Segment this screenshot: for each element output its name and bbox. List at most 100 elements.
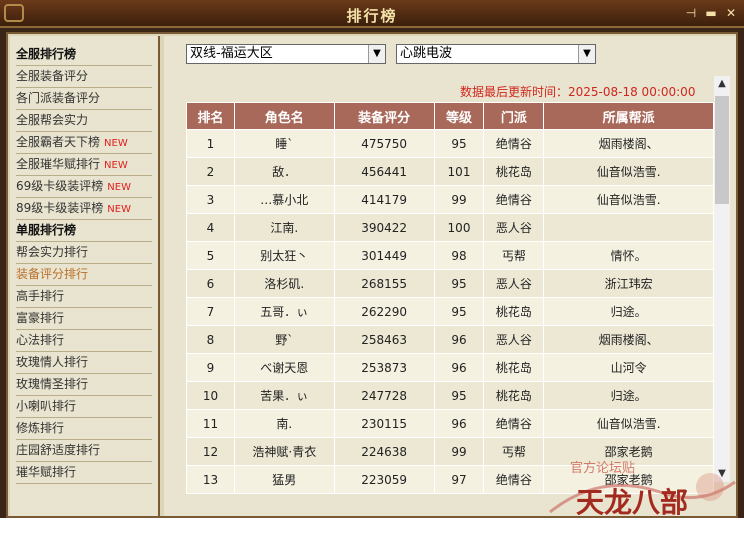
column-header: 角色名 [233,102,335,130]
sidebar-item[interactable]: 各门派装备评分 [16,88,152,110]
table-cell: 猛男 [233,465,335,494]
scrollbar-thumb[interactable] [715,96,729,204]
sidebar-item[interactable]: 小喇叭排行 [16,396,152,418]
table-cell: 绝情谷 [483,185,545,214]
table-row[interactable]: 5 别太狂丶 301449 98 丐帮 情怀。 [186,241,714,270]
table-cell: 恶人谷 [483,213,545,242]
table-cell: 绝情谷 [483,129,545,158]
table-row[interactable]: 6 洛杉矶. 268155 95 恶人谷 浙江玮宏 [186,269,714,298]
region-select[interactable]: 双线-福运大区 ▼ [186,44,386,64]
table-cell: 丐帮 [483,241,545,270]
table-cell: 仙音似浩雪. [543,157,714,186]
region-select-value: 双线-福运大区 [190,46,273,61]
table-scrollbar[interactable]: ▲ ▼ [714,76,730,482]
table-cell: 224638 [333,437,435,466]
sidebar-item[interactable]: 全服璀华赋排行 NEW [16,154,152,176]
table-cell: 99 [433,185,485,214]
table-cell: 96 [433,409,485,438]
table-cell: 301449 [333,241,435,270]
table-cell: 别太狂丶 [233,241,335,270]
table-cell: 95 [433,269,485,298]
table-cell: 野` [233,325,335,354]
scroll-up-icon[interactable]: ▲ [714,76,730,92]
sidebar-item[interactable]: 帮会实力排行 [16,242,152,264]
minimize-icon[interactable]: ▬ [704,6,718,20]
sidebar-item-label: 帮会实力排行 [16,245,89,259]
sidebar-item[interactable]: 玫瑰情圣排行 [16,374,152,396]
table-cell: 恶人谷 [483,325,545,354]
sidebar-item[interactable]: 高手排行 [16,286,152,308]
sidebar-item-label: 庄园舒适度排行 [16,443,101,457]
sidebar-item[interactable]: 庄园舒适度排行 [16,440,152,462]
ranking-window: 排行榜 ⊣ ▬ ✕ 全服排行榜 全服装备评分 各门派装备评分 全服帮会实力 全服霸者天下… [0,0,744,544]
chevron-down-icon[interactable]: ▼ [578,45,595,63]
table-cell: 11 [186,409,235,438]
close-icon[interactable]: ✕ [724,6,738,20]
table-row[interactable]: 1 睡` 475750 95 绝情谷 烟雨楼阁、 [186,129,714,158]
table-cell: 97 [433,465,485,494]
sidebar-item[interactable]: 璀华赋排行 [16,462,152,484]
table-cell: 12 [186,437,235,466]
table-cell: 敌． [233,157,335,186]
table-row[interactable]: 10 苦果．ぃ 247728 95 桃花岛 归途。 [186,381,714,410]
table-row[interactable]: 7 五哥．ぃ 262290 95 桃花岛 归途。 [186,297,714,326]
sidebar-item[interactable]: 富豪排行 [16,308,152,330]
table-cell: 丐帮 [483,437,545,466]
sidebar-item[interactable]: 装备评分排行 [16,264,152,286]
table-cell: 13 [186,465,235,494]
table-cell: 10 [186,381,235,410]
table-cell: 1 [186,129,235,158]
table-row[interactable]: 9 べ谢天恩 253873 96 桃花岛 山河令 [186,353,714,382]
table-row[interactable]: 3 …慕小北 414179 99 绝情谷 仙音似浩雪. [186,185,714,214]
column-header: 门派 [483,102,545,130]
table-cell: 2 [186,157,235,186]
table-cell: 253873 [333,353,435,382]
table-cell: 414179 [333,185,435,214]
table-cell: 456441 [333,157,435,186]
table-row[interactable]: 4 江南. 390422 100 恶人谷 [186,213,714,242]
sidebar-item[interactable]: 玫瑰情人排行 [16,352,152,374]
table-cell: 99 [433,437,485,466]
table-cell: 95 [433,381,485,410]
sidebar-item-label: 全服装备评分 [16,69,89,83]
sidebar-item-label: 全服璀华赋排行 [16,157,101,171]
sidebar-item[interactable]: 全服装备评分 [16,66,152,88]
table-cell: 223059 [333,465,435,494]
table-cell: 仙音似浩雪. [543,409,714,438]
column-header: 等级 [433,102,485,130]
new-badge: NEW [104,138,128,149]
table-cell: 仙音似浩雪. [543,185,714,214]
pin-icon[interactable]: ⊣ [684,6,698,20]
new-badge: NEW [107,204,131,215]
sidebar-item-label: 心法排行 [16,333,65,347]
window-title: 排行榜 [346,7,398,25]
sidebar-item-label: 玫瑰情人排行 [16,355,89,369]
sidebar-item-label: 玫瑰情圣排行 [16,377,89,391]
update-time: 数据最后更新时间：2025-08-18 00:00:00 [460,85,696,99]
sidebar-item[interactable]: 全服帮会实力 [16,110,152,132]
table-cell: 绝情谷 [483,409,545,438]
table-cell: べ谢天恩 [233,353,335,382]
sidebar-item[interactable]: 全服霸者天下榜 NEW [16,132,152,154]
table-row[interactable]: 8 野` 258463 96 恶人谷 烟雨楼阁、 [186,325,714,354]
sidebar-item-label: 各门派装备评分 [16,91,101,105]
table-cell: 桃花岛 [483,157,545,186]
sidebar-item[interactable]: 89级卡级装评榜 NEW [16,198,152,220]
table-row[interactable]: 11 南. 230115 96 绝情谷 仙音似浩雪. [186,409,714,438]
sidebar-item-label: 富豪排行 [16,311,65,325]
sidebar-item[interactable]: 心法排行 [16,330,152,352]
table-cell: 9 [186,353,235,382]
sidebar-item[interactable]: 69级卡级装评榜 NEW [16,176,152,198]
table-cell: 262290 [333,297,435,326]
table-cell: 浙江玮宏 [543,269,714,298]
column-header: 排名 [186,102,235,130]
server-select[interactable]: 心跳电波 ▼ [396,44,596,64]
sidebar-section-header: 单服排行榜 [16,220,152,242]
table-cell: 230115 [333,409,435,438]
chevron-down-icon[interactable]: ▼ [368,45,385,63]
table-cell: 100 [433,213,485,242]
sidebar-item-label: 69级卡级装评榜 [16,179,104,193]
table-cell: 绝情谷 [483,465,545,494]
sidebar-item[interactable]: 修炼排行 [16,418,152,440]
table-row[interactable]: 2 敌． 456441 101 桃花岛 仙音似浩雪. [186,157,714,186]
